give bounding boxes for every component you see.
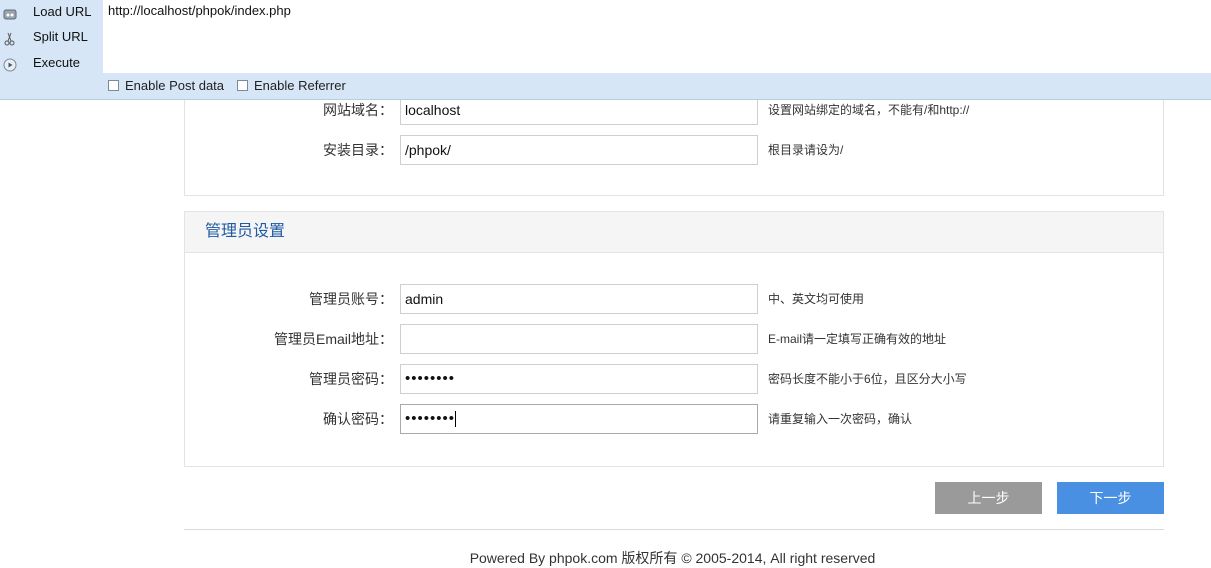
footer-copyright: Powered By phpok.com 版权所有 © 2005-2014, A…	[469, 550, 876, 566]
admin-account-label: 管理员账号：	[309, 291, 393, 307]
confirm-password-label: 确认密码：	[323, 411, 393, 427]
enable-referrer-label: Enable Referrer	[254, 78, 346, 93]
confirm-password-input[interactable]: ••••••••	[400, 404, 758, 434]
admin-email-row: 管理员Email地址： E-mail请一定填写正确有效的地址	[185, 324, 1163, 354]
admin-settings-panel: 管理员设置 管理员账号： 中、英文均可使用 管理员Email地址： E-mail…	[184, 211, 1164, 467]
scissors-icon	[3, 30, 17, 46]
load-url-icon	[3, 5, 17, 20]
execute-label: Execute	[33, 55, 80, 70]
enable-referrer-checkbox[interactable]: Enable Referrer	[237, 78, 346, 93]
admin-password-hint: 密码长度不能小于6位，且区分大小写	[768, 372, 967, 386]
admin-account-row: 管理员账号： 中、英文均可使用	[185, 284, 1163, 314]
load-url-label: Load URL	[33, 4, 92, 19]
text-caret	[455, 411, 457, 428]
next-step-button[interactable]: 下一步	[1057, 482, 1164, 514]
admin-email-label: 管理员Email地址：	[273, 331, 393, 347]
install-dir-hint: 根目录请设为/	[768, 143, 844, 157]
play-circle-icon	[3, 56, 17, 72]
admin-email-input[interactable]	[400, 324, 758, 354]
admin-account-hint: 中、英文均可使用	[768, 292, 865, 306]
admin-password-input[interactable]: ••••••••	[400, 364, 758, 394]
url-input[interactable]	[103, 0, 1211, 73]
confirm-password-row: 确认密码： •••••••• 请重复输入一次密码，确认	[185, 404, 1163, 434]
split-url-label: Split URL	[33, 29, 88, 44]
install-dir-row: 安装目录： 根目录请设为/	[185, 135, 1163, 165]
execute-button[interactable]: Execute	[0, 51, 103, 75]
admin-email-hint: E-mail请一定填写正确有效的地址	[768, 332, 947, 346]
checkbox-box[interactable]	[237, 80, 248, 91]
admin-account-input[interactable]	[400, 284, 758, 314]
enable-post-checkbox[interactable]: Enable Post data	[108, 78, 224, 93]
admin-password-label: 管理员密码：	[309, 371, 393, 387]
admin-settings-title: 管理员设置	[185, 212, 1163, 253]
hackbar-menu: Load URL Split URL Execute	[0, 0, 103, 73]
admin-password-row: 管理员密码： •••••••• 密码长度不能小于6位，且区分大小写	[185, 364, 1163, 394]
load-url-button[interactable]: Load URL	[0, 0, 103, 24]
split-url-button[interactable]: Split URL	[0, 25, 103, 49]
install-dir-label: 安装目录：	[323, 142, 393, 158]
confirm-password-hint: 请重复输入一次密码，确认	[768, 412, 913, 426]
checkbox-box[interactable]	[108, 80, 119, 91]
footer-divider	[184, 529, 1164, 530]
password-dots: ••••••••	[405, 370, 456, 387]
hackbar-toolbar: Load URL Split URL Execute Enable Post d…	[0, 0, 1211, 100]
enable-post-label: Enable Post data	[125, 78, 225, 93]
install-dir-input[interactable]	[400, 135, 758, 165]
prev-step-button[interactable]: 上一步	[935, 482, 1042, 514]
confirm-password-dots: ••••••••	[405, 410, 456, 427]
